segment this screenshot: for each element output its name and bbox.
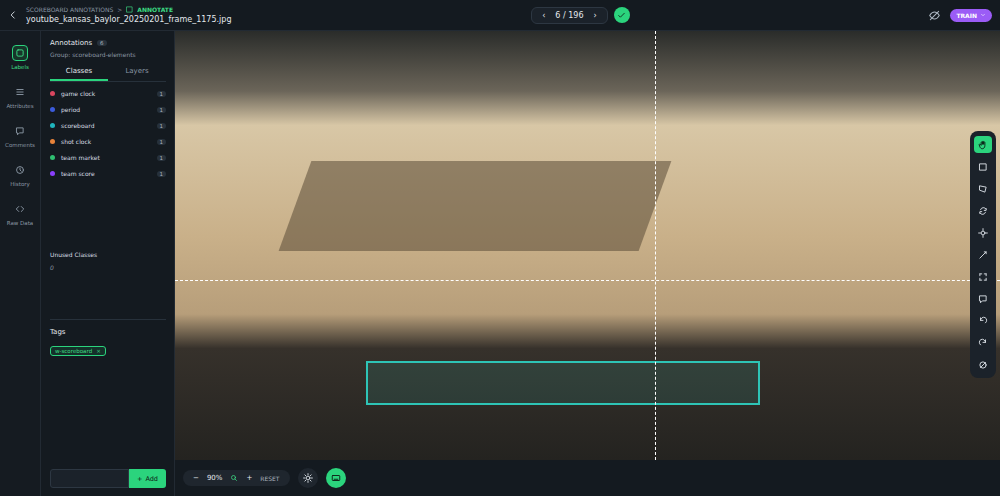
breadcrumb-current: ANNOTATE <box>137 6 173 13</box>
class-row[interactable]: team score1 <box>50 170 166 177</box>
zoom-value: 90% <box>207 474 223 482</box>
tool-button[interactable] <box>974 312 992 329</box>
comments-icon <box>15 126 25 136</box>
polygon-icon <box>978 184 988 194</box>
tool-bar <box>970 131 996 378</box>
class-dot <box>50 155 55 160</box>
group-label: Group: scoreboard-elements <box>50 51 166 58</box>
undo-icon <box>978 316 988 326</box>
pager: ‹ 6 / 196 › <box>531 7 608 24</box>
tags-section: Tagsw-scoreboard× <box>50 319 166 356</box>
annotation-count: 6 <box>97 40 107 46</box>
class-count: 1 <box>157 91 167 97</box>
breadcrumb-separator: > <box>117 6 122 13</box>
class-row[interactable]: period1 <box>50 106 166 113</box>
keyboard-button[interactable] <box>326 468 346 488</box>
tool-button[interactable] <box>974 290 992 307</box>
brightness-icon <box>303 473 313 483</box>
tool-button[interactable] <box>974 224 992 241</box>
class-count: 1 <box>157 139 167 145</box>
reset-button[interactable]: RESET <box>260 475 279 482</box>
zoom-in-button[interactable]: + <box>246 474 252 482</box>
video-frame[interactable] <box>175 31 1000 460</box>
bottom-bar: −90% + RESET <box>175 460 1000 496</box>
top-bar: SCOREBOARD ANNOTATIONS > ANNOTATE youtube_k… <box>0 0 1000 31</box>
point-icon <box>978 228 988 238</box>
rail-item[interactable]: Comments <box>5 123 35 148</box>
class-count: 1 <box>157 171 167 177</box>
rectangle-icon <box>978 162 988 172</box>
class-dot <box>50 107 55 112</box>
redo-icon <box>978 338 988 348</box>
rail-item[interactable]: Labels <box>11 45 29 70</box>
hide-icon[interactable] <box>929 10 940 21</box>
rail-item[interactable]: History <box>10 162 30 187</box>
fit-icon[interactable] <box>230 474 238 482</box>
tag-input[interactable] <box>50 469 129 488</box>
tool-button[interactable] <box>974 268 992 285</box>
class-row[interactable]: scoreboard1 <box>50 122 166 129</box>
tag-chip[interactable]: w-scoreboard× <box>50 346 106 356</box>
raw-data-icon <box>15 204 25 214</box>
back-arrow-icon[interactable] <box>8 10 18 20</box>
tool-button[interactable] <box>974 356 992 373</box>
rail-item[interactable]: Raw Data <box>7 201 33 226</box>
class-row[interactable]: team market1 <box>50 154 166 161</box>
chevron-icon <box>980 12 986 18</box>
tool-button[interactable] <box>974 136 992 153</box>
class-count: 1 <box>157 123 167 129</box>
class-dot <box>50 123 55 128</box>
tool-button[interactable] <box>974 334 992 351</box>
annotations-panel: Annotations 6 Group: scoreboard-elements Cl… <box>41 31 175 496</box>
clear-icon <box>978 360 988 370</box>
zoom-out-button[interactable]: − <box>193 474 199 482</box>
next-button[interactable]: › <box>593 11 596 20</box>
rotate-icon <box>978 206 988 216</box>
class-dot <box>50 171 55 176</box>
class-count: 1 <box>157 155 167 161</box>
class-dot <box>50 139 55 144</box>
zoom-control: −90% + RESET <box>183 470 290 486</box>
mode-button[interactable]: TRAIN <box>950 9 992 22</box>
add-button[interactable]: +Add <box>129 469 166 488</box>
unused-classes: Unused Classes0 <box>50 251 166 271</box>
panel-tab[interactable]: Classes <box>50 64 108 81</box>
keyboard-icon <box>331 473 341 483</box>
panel-title: Annotations <box>50 39 92 47</box>
remove-tag-button[interactable]: × <box>96 348 101 354</box>
page-position: 6 / 196 <box>555 11 583 20</box>
annotation-box[interactable] <box>366 361 760 405</box>
breadcrumb: SCOREBOARD ANNOTATIONS > ANNOTATE youtube_k… <box>26 6 231 24</box>
tool-button[interactable] <box>974 180 992 197</box>
labels-icon <box>15 48 25 58</box>
annotate-icon <box>126 6 133 13</box>
prev-button[interactable]: ‹ <box>542 11 545 20</box>
tool-button[interactable] <box>974 202 992 219</box>
breadcrumb-parent[interactable]: SCOREBOARD ANNOTATIONS <box>26 6 113 13</box>
class-row[interactable]: shot clock1 <box>50 138 166 145</box>
brightness-button[interactable] <box>298 468 318 488</box>
side-rail: Labels Attributes Comments History Raw Data <box>0 31 41 496</box>
class-count: 1 <box>157 107 167 113</box>
class-dot <box>50 91 55 96</box>
panel-tab[interactable]: Layers <box>108 64 166 81</box>
class-row[interactable]: game clock1 <box>50 90 166 97</box>
tool-button[interactable] <box>974 158 992 175</box>
select-icon <box>978 272 988 282</box>
check-icon <box>617 11 626 20</box>
file-name: youtube_kansas_baylor_20250201_frame_117… <box>26 15 231 24</box>
comment-icon <box>978 294 988 304</box>
complete-button[interactable] <box>614 7 630 23</box>
attributes-icon <box>15 87 25 97</box>
tool-button[interactable] <box>974 246 992 263</box>
line-icon <box>978 250 988 260</box>
rail-item[interactable]: Attributes <box>6 84 33 109</box>
history-icon <box>15 165 25 175</box>
hand-icon <box>978 140 988 150</box>
